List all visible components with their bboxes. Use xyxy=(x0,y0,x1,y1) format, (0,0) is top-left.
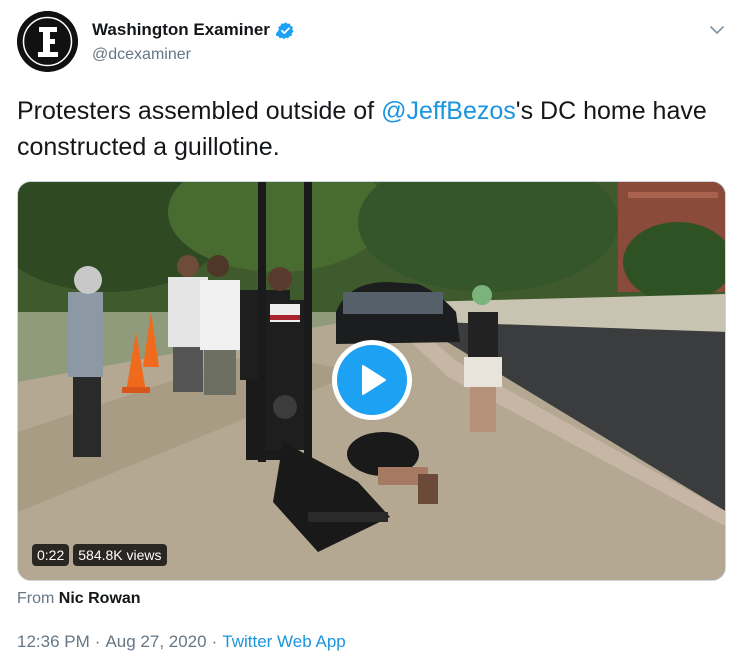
author-handle[interactable]: @dcexaminer xyxy=(92,46,295,64)
author-avatar[interactable] xyxy=(17,11,78,72)
video-player[interactable]: 0:22 584.8K views xyxy=(17,181,726,581)
meta-separator: · xyxy=(94,632,101,651)
attribution-name-link[interactable]: Nic Rowan xyxy=(59,590,141,607)
video-views-badge: 584.8K views xyxy=(73,544,167,566)
tweet-card: Washington Examiner @dcexaminer Proteste… xyxy=(0,0,745,672)
author-display-name[interactable]: Washington Examiner xyxy=(92,20,270,40)
tweet-text: Protesters assembled outside of @JeffBez… xyxy=(17,93,727,165)
tweet-source-link[interactable]: Twitter Web App xyxy=(222,632,345,651)
tweet-metadata: 12:36 PM · Aug 27, 2020 · Twitter Web App xyxy=(17,632,346,652)
play-button-inner xyxy=(337,345,407,415)
tweet-date[interactable]: Aug 27, 2020 xyxy=(105,632,206,651)
play-icon xyxy=(362,365,386,395)
meta-separator: · xyxy=(211,632,218,651)
more-options-button[interactable] xyxy=(707,20,727,40)
author-block: Washington Examiner @dcexaminer xyxy=(92,20,295,64)
verified-badge-icon xyxy=(275,21,295,40)
video-badges: 0:22 584.8K views xyxy=(32,544,167,566)
chevron-down-icon xyxy=(710,26,724,34)
play-button[interactable] xyxy=(332,340,412,420)
attribution-prefix: From xyxy=(17,590,55,607)
mention-link[interactable]: @JeffBezos xyxy=(381,97,516,125)
tweet-time[interactable]: 12:36 PM xyxy=(17,632,90,651)
video-attribution: From Nic Rowan xyxy=(17,590,141,608)
examiner-logo-icon xyxy=(17,11,78,72)
video-duration-badge: 0:22 xyxy=(32,544,70,566)
tweet-text-part: Protesters assembled outside of xyxy=(17,97,382,125)
